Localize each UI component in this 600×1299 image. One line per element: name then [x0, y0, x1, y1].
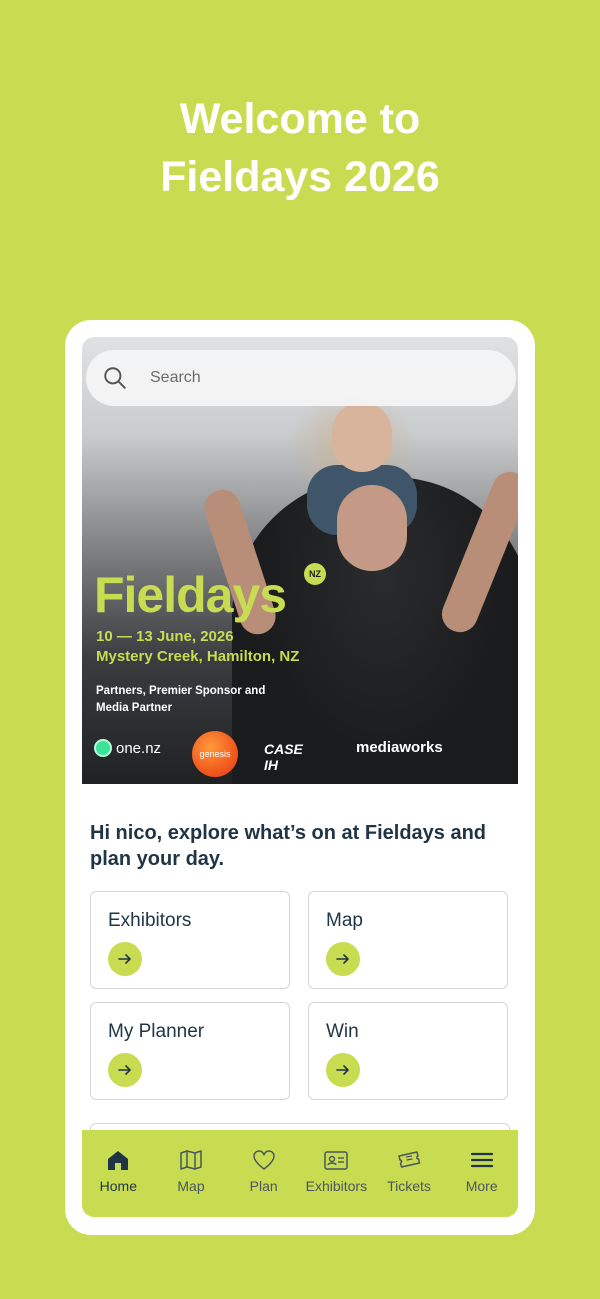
fieldays-logo-text: Fieldays	[94, 567, 287, 623]
bottom-tab-bar: Home Map Plan Exhibitors Tickets More	[82, 1130, 518, 1217]
arrow-right-icon[interactable]	[326, 1053, 360, 1087]
partners-label: Partners, Premier Sponsor and Media Part…	[96, 685, 266, 714]
event-venue: Mystery Creek, Hamilton, NZ	[96, 648, 300, 665]
headline-line-2: Fieldays 2026	[160, 153, 440, 201]
card-label: Win	[326, 1021, 359, 1042]
hero-banner: Fieldays NZ 10 — 13 June, 2026 Mystery C…	[82, 337, 518, 784]
tab-label: Map	[177, 1178, 205, 1194]
ticket-icon	[398, 1151, 421, 1168]
card-label: Exhibitors	[108, 910, 192, 931]
tab-home[interactable]: Home	[82, 1130, 155, 1217]
onenz-dot-icon	[94, 739, 112, 757]
arrow-right-icon[interactable]	[108, 1053, 142, 1087]
tab-exhibitors[interactable]: Exhibitors	[300, 1130, 373, 1217]
heart-icon	[252, 1150, 275, 1170]
card-my-planner[interactable]: My Planner	[90, 1002, 290, 1100]
menu-icon	[470, 1152, 493, 1168]
tab-label: Plan	[249, 1178, 278, 1194]
nz-badge: NZ	[304, 563, 326, 585]
sponsor-onenz-logo: one.nz	[94, 739, 161, 757]
card-win[interactable]: Win	[308, 1002, 508, 1100]
map-icon	[180, 1150, 202, 1170]
sponsor-mediaworks-logo: mediaworks	[356, 739, 443, 756]
tab-plan[interactable]: Plan	[227, 1130, 300, 1217]
search-input[interactable]	[148, 368, 452, 388]
headline-line-1: Welcome to	[179, 95, 421, 143]
search-icon	[104, 367, 126, 389]
greeting-text: Hi nico, explore what’s on at Fieldays a…	[90, 822, 487, 870]
tab-label: More	[465, 1178, 498, 1194]
id-card-icon	[324, 1151, 349, 1170]
search-bar[interactable]	[86, 350, 516, 406]
hero-photo-parent-head	[337, 485, 407, 571]
event-dates: 10 — 13 June, 2026	[96, 628, 234, 645]
tab-label: Tickets	[387, 1178, 431, 1194]
card-map[interactable]: Map	[308, 891, 508, 989]
card-label: Map	[326, 910, 363, 931]
arrow-right-icon[interactable]	[326, 942, 360, 976]
hero-photo-child-head	[332, 402, 392, 472]
fieldays-logo: Fieldays NZ	[94, 563, 326, 625]
app-screen: Fieldays NZ 10 — 13 June, 2026 Mystery C…	[82, 337, 518, 1217]
tab-label: Home	[99, 1178, 138, 1194]
tab-map[interactable]: Map	[155, 1130, 228, 1217]
card-exhibitors[interactable]: Exhibitors	[90, 891, 290, 989]
sponsor-genesis-logo: genesis	[192, 731, 238, 777]
tab-label: Exhibitors	[305, 1178, 368, 1194]
tab-tickets[interactable]: Tickets	[373, 1130, 446, 1217]
sponsor-onenz-text: one.nz	[116, 739, 162, 757]
tab-more[interactable]: More	[445, 1130, 518, 1217]
card-label: My Planner	[108, 1021, 205, 1042]
phone-frame: Fieldays NZ 10 — 13 June, 2026 Mystery C…	[65, 320, 535, 1235]
arrow-right-icon[interactable]	[108, 942, 142, 976]
sponsor-case-logo: CASE IH	[264, 741, 303, 773]
welcome-headline: Welcome to Fieldays 2026	[0, 90, 600, 206]
home-icon	[108, 1151, 129, 1170]
